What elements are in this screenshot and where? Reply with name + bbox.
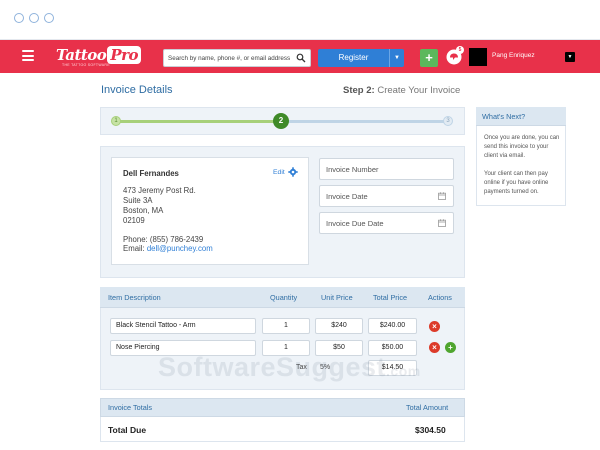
invoice-totals-body bbox=[100, 417, 465, 442]
user-menu-caret-icon[interactable]: ▼ bbox=[565, 52, 575, 62]
step-1[interactable]: 1 bbox=[111, 116, 121, 126]
total-due-label: Total Due bbox=[108, 425, 147, 435]
stepper-track-remaining bbox=[281, 120, 448, 123]
search-box[interactable] bbox=[163, 49, 311, 67]
client-address-line-4: 02109 bbox=[123, 216, 145, 225]
notification-badge: 5 bbox=[456, 46, 464, 54]
item-quantity-input[interactable]: 1 bbox=[262, 318, 310, 334]
item-total-price: $240.00 bbox=[368, 318, 417, 334]
avatar[interactable] bbox=[469, 48, 487, 66]
user-name[interactable]: Pang Enriquez bbox=[492, 52, 535, 59]
page-title: Invoice Details bbox=[101, 84, 173, 96]
edit-client-link[interactable]: Edit bbox=[273, 169, 285, 176]
invoice-number-field[interactable] bbox=[319, 158, 454, 180]
register-dropdown-caret-icon[interactable]: ▼ bbox=[389, 49, 404, 67]
window-dot-1 bbox=[14, 13, 24, 23]
column-header-description: Item Description bbox=[108, 293, 161, 302]
item-quantity-input[interactable]: 1 bbox=[262, 340, 310, 356]
tax-label: Tax bbox=[296, 364, 307, 371]
register-button[interactable]: Register ▼ bbox=[318, 49, 404, 67]
item-total-price: $50.00 bbox=[368, 340, 417, 356]
invoice-due-date-input[interactable] bbox=[320, 213, 430, 233]
search-input[interactable] bbox=[164, 50, 292, 66]
client-address-line-1: 473 Jeremy Post Rd. bbox=[123, 186, 196, 195]
column-header-quantity: Quantity bbox=[270, 293, 298, 302]
invoice-date-input[interactable] bbox=[320, 186, 430, 206]
gear-icon[interactable] bbox=[288, 167, 298, 177]
window-dot-3 bbox=[44, 13, 54, 23]
client-phone: Phone: (855) 786-2439 bbox=[123, 235, 204, 244]
search-icon[interactable] bbox=[296, 53, 306, 63]
logo-tagline: THE TATTOO SOFTWARE bbox=[62, 63, 110, 67]
stepper-track-complete bbox=[117, 120, 281, 123]
tax-rate: 5% bbox=[320, 364, 331, 371]
item-unit-price-input[interactable]: $240 bbox=[315, 318, 363, 334]
whats-next-paragraph-1: Once you are done, you can send this inv… bbox=[484, 135, 560, 159]
item-unit-price-input[interactable]: $50 bbox=[315, 340, 363, 356]
window-chrome bbox=[0, 0, 600, 40]
invoice-date-field[interactable] bbox=[319, 185, 454, 207]
client-address-line-2: Suite 3A bbox=[123, 196, 153, 205]
item-description-input[interactable]: Black Stencil Tattoo - Arm bbox=[110, 318, 256, 334]
window-dot-2 bbox=[29, 13, 39, 23]
column-header-actions: Actions bbox=[428, 293, 452, 302]
client-email: Email: dell@punchey.com bbox=[123, 244, 213, 253]
client-email-link[interactable]: dell@punchey.com bbox=[147, 244, 213, 253]
column-header-total-price: Total Price bbox=[373, 293, 408, 302]
add-row-icon[interactable]: + bbox=[445, 342, 456, 353]
client-name: Dell Fernandes bbox=[123, 169, 179, 178]
step-2[interactable]: 2 bbox=[273, 113, 289, 129]
whats-next-paragraph-2: Your client can then pay online if you h… bbox=[484, 171, 549, 195]
item-description-input[interactable]: Nose Piercing bbox=[110, 340, 256, 356]
invoice-totals-label: Invoice Totals bbox=[108, 403, 153, 412]
tax-amount: $14.50 bbox=[368, 360, 417, 376]
step-3[interactable]: 3 bbox=[443, 116, 453, 126]
menu-icon[interactable] bbox=[22, 50, 34, 61]
whats-next-title: What's Next? bbox=[482, 112, 526, 121]
invoice-due-date-field[interactable] bbox=[319, 212, 454, 234]
delete-row-icon[interactable]: × bbox=[429, 321, 440, 332]
total-amount-header: Total Amount bbox=[406, 403, 449, 412]
calendar-icon[interactable] bbox=[438, 192, 446, 200]
invoice-number-input[interactable] bbox=[320, 159, 430, 179]
add-button[interactable]: + bbox=[420, 49, 438, 67]
calendar-icon[interactable] bbox=[438, 219, 446, 227]
total-due-amount: $304.50 bbox=[415, 425, 446, 435]
step-label: Step 2: Create Your Invoice bbox=[343, 85, 461, 96]
delete-row-icon[interactable]: × bbox=[429, 342, 440, 353]
column-header-unit-price: Unit Price bbox=[321, 293, 353, 302]
client-address-line-3: Boston, MA bbox=[123, 206, 164, 215]
